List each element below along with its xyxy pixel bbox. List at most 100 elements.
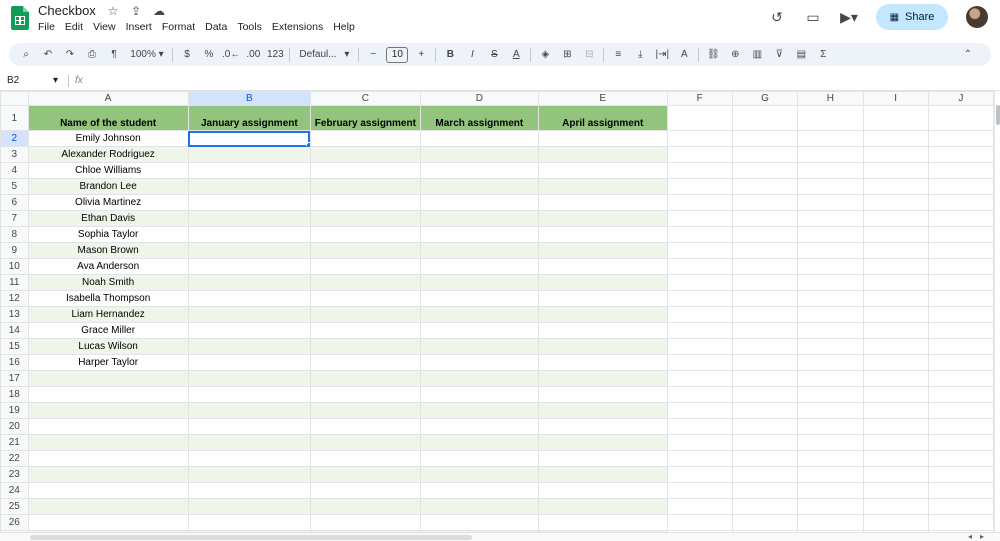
cell[interactable] (419, 498, 539, 515)
spreadsheet-grid[interactable]: A B C D E F G H I J 1 Name of the studen… (0, 91, 994, 532)
cell[interactable] (862, 434, 929, 451)
cell[interactable] (309, 354, 421, 371)
vertical-scrollbar[interactable] (994, 91, 1000, 532)
cell[interactable] (797, 178, 864, 195)
cell[interactable] (187, 402, 311, 419)
cell[interactable] (797, 130, 864, 147)
cell[interactable] (862, 498, 929, 515)
cell[interactable] (537, 434, 668, 451)
column-header[interactable]: A (27, 91, 189, 106)
cell[interactable] (666, 290, 733, 307)
column-header[interactable]: J (927, 91, 994, 106)
student-name-cell[interactable]: Noah Smith (27, 274, 189, 291)
cell[interactable] (862, 386, 929, 403)
cell[interactable] (731, 194, 799, 211)
cell[interactable] (666, 242, 733, 259)
cell[interactable] (731, 386, 799, 403)
cell[interactable] (537, 290, 668, 307)
cell[interactable] (27, 466, 189, 483)
sheets-logo-icon[interactable] (11, 6, 29, 30)
cell[interactable] (731, 338, 799, 355)
column-header[interactable]: F (666, 91, 733, 106)
menu-tools[interactable]: Tools (237, 21, 262, 33)
cell[interactable] (797, 434, 864, 451)
cell[interactable] (419, 210, 539, 227)
collapse-toolbar-icon[interactable]: ⌃ (959, 46, 977, 64)
row-header[interactable]: 1 (0, 105, 29, 131)
cell[interactable] (927, 370, 994, 387)
cell[interactable] (419, 290, 539, 307)
cell[interactable] (731, 354, 799, 371)
cell[interactable] (309, 258, 421, 275)
cell[interactable] (187, 146, 311, 163)
cell[interactable] (537, 322, 668, 339)
row-header[interactable]: 10 (0, 258, 29, 275)
cell[interactable] (309, 514, 421, 531)
search-menus-icon[interactable]: ⌕ (17, 46, 35, 64)
cell[interactable] (537, 466, 668, 483)
row-header[interactable]: 20 (0, 418, 29, 435)
cell[interactable] (927, 354, 994, 371)
cell[interactable] (537, 498, 668, 515)
cell[interactable] (927, 178, 994, 195)
student-name-cell[interactable]: Mason Brown (27, 242, 189, 259)
version-history-icon[interactable]: ↺ (768, 9, 786, 26)
font-size-input[interactable]: 10 (386, 46, 409, 63)
row-header[interactable]: 8 (0, 226, 29, 243)
menu-help[interactable]: Help (333, 21, 355, 33)
cell[interactable] (666, 258, 733, 275)
cell[interactable] (797, 290, 864, 307)
cell[interactable] (419, 354, 539, 371)
cell[interactable] (731, 290, 799, 307)
text-wrapping-icon[interactable]: |⇥| (653, 46, 671, 64)
cell[interactable] (731, 130, 799, 147)
cell[interactable] (731, 498, 799, 515)
cell[interactable] (927, 402, 994, 419)
cell[interactable] (731, 105, 799, 131)
cell[interactable] (187, 498, 311, 515)
cell[interactable] (537, 338, 668, 355)
student-name-cell[interactable]: Isabella Thompson (27, 290, 189, 307)
select-all-corner[interactable] (0, 91, 29, 106)
decrease-decimal-button[interactable]: .0← (222, 46, 240, 64)
cell[interactable] (862, 482, 929, 499)
cell[interactable] (927, 242, 994, 259)
cell[interactable] (419, 434, 539, 451)
increase-decimal-button[interactable]: .00 (244, 46, 262, 64)
row-header[interactable]: 24 (0, 482, 29, 499)
cell[interactable] (927, 434, 994, 451)
menu-edit[interactable]: Edit (65, 21, 83, 33)
cell[interactable] (187, 242, 311, 259)
cell[interactable] (927, 194, 994, 211)
cell[interactable] (797, 338, 864, 355)
cell[interactable] (537, 354, 668, 371)
cell[interactable] (927, 258, 994, 275)
cell[interactable] (537, 146, 668, 163)
cell[interactable] (797, 258, 864, 275)
cell[interactable] (537, 162, 668, 179)
cell[interactable] (797, 210, 864, 227)
insert-link-icon[interactable]: ⛓ (704, 46, 722, 64)
vertical-align-icon[interactable]: ⤓ (631, 46, 649, 64)
cell[interactable] (797, 194, 864, 211)
student-name-cell[interactable]: Lucas Wilson (27, 338, 189, 355)
cell[interactable] (309, 466, 421, 483)
cell[interactable] (187, 338, 311, 355)
cell[interactable] (187, 482, 311, 499)
cell[interactable] (309, 482, 421, 499)
cell[interactable] (187, 386, 311, 403)
cell[interactable] (797, 322, 864, 339)
cell[interactable] (419, 146, 539, 163)
column-header[interactable]: D (419, 91, 539, 106)
column-header[interactable]: G (731, 91, 799, 106)
cell[interactable] (797, 105, 864, 131)
cell[interactable] (419, 386, 539, 403)
meet-icon[interactable]: ▶▾ (840, 9, 858, 26)
cell[interactable] (862, 322, 929, 339)
filter-views-icon[interactable]: ▤ (792, 46, 810, 64)
cell[interactable] (731, 418, 799, 435)
cell[interactable] (862, 306, 929, 323)
row-header[interactable]: 25 (0, 498, 29, 515)
cell[interactable] (927, 450, 994, 467)
cell[interactable] (537, 386, 668, 403)
